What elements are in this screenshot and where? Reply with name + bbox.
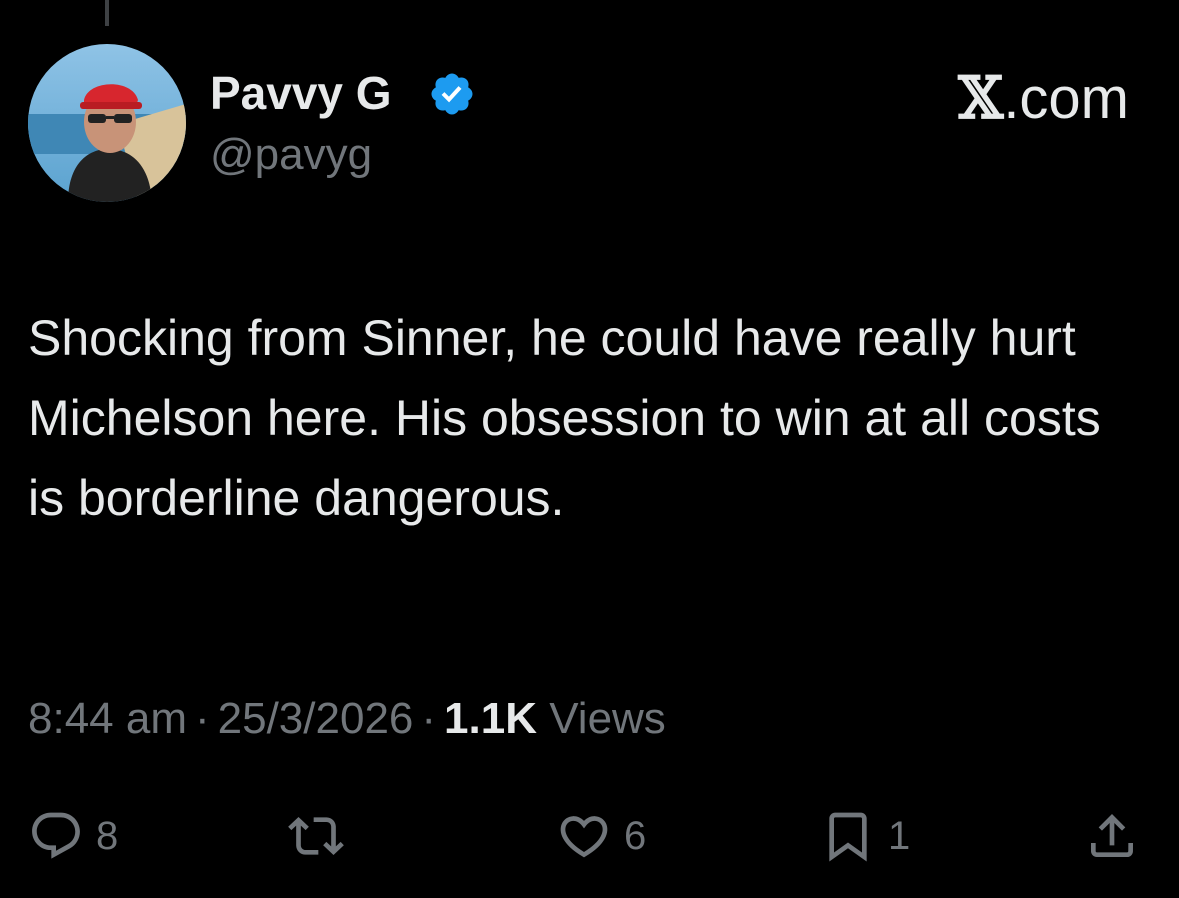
like-count: 6 [624,813,647,858]
x-logo-icon: 𝕏 [958,64,1004,132]
tweet-text: Shocking from Sinner, he could have real… [28,310,1101,526]
meta-separator: · [421,694,437,743]
tweet-meta: 8:44 am · 25/3/2026 · 1.1K Views [28,694,666,744]
author-display-name[interactable]: Pavvy G [210,66,392,120]
reply-icon [32,812,80,859]
repost-button[interactable] [288,808,344,864]
tweet-action-bar: 8 6 1 [0,800,1179,870]
share-button[interactable] [1084,808,1140,864]
brand-domain: .com [1003,66,1129,131]
views-count: 1.1K [444,694,537,743]
tweet-date[interactable]: 25/3/2026 [218,694,414,743]
share-icon [1091,814,1133,857]
tweet-time[interactable]: 8:44 am [28,694,187,743]
meta-separator: · [194,694,210,743]
reply-button[interactable]: 8 [28,808,118,864]
verified-badge-icon [431,73,473,115]
author-handle[interactable]: @pavyg [210,130,372,180]
bookmark-icon [829,812,867,862]
brand-watermark: 𝕏.com [958,64,1129,132]
views-label: Views [549,694,666,743]
bookmark-button[interactable]: 1 [820,808,910,864]
thread-connector-line [105,0,109,26]
like-button[interactable]: 6 [556,808,646,864]
avatar[interactable] [28,44,186,202]
avatar-image [28,44,186,202]
heart-icon [560,816,608,858]
repost-icon [288,817,344,855]
reply-count: 8 [96,813,119,858]
bookmark-count: 1 [888,813,911,858]
